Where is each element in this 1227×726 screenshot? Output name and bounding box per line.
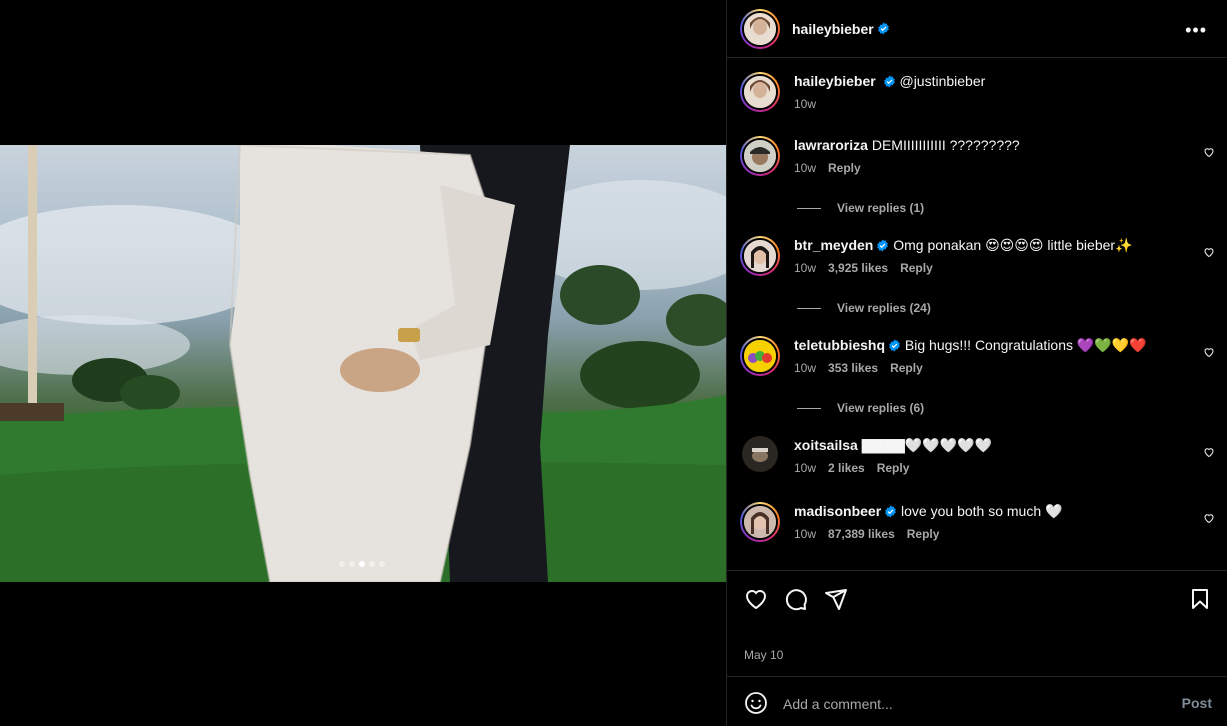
- caption-mention-link[interactable]: @justinbieber: [899, 73, 985, 89]
- reply-button[interactable]: Reply: [900, 261, 933, 275]
- comment-timestamp: 10w: [794, 527, 817, 541]
- post-header: haileybieber •••: [727, 0, 1227, 58]
- comment-item: teletubbieshq Big hugs!!! Congratulation…: [740, 336, 1215, 378]
- avatar-image: [744, 506, 776, 538]
- verified-badge-icon: [877, 22, 889, 35]
- avatar-image: [744, 76, 776, 108]
- caption-author-avatar[interactable]: [740, 72, 780, 112]
- avatar-image: [744, 140, 776, 172]
- commenter-username[interactable]: teletubbieshq: [794, 337, 885, 353]
- carousel-dot-active[interactable]: [359, 561, 365, 567]
- caption: haileybieber @justinbieber 10w: [740, 72, 1215, 132]
- comment-timestamp: 10w: [794, 161, 817, 175]
- comment-text: DEMIIIIIIIIIII ?????????: [871, 137, 1020, 153]
- reply-button[interactable]: Reply: [907, 527, 940, 541]
- author-username[interactable]: haileybieber: [792, 21, 874, 37]
- reply-button[interactable]: Reply: [877, 461, 910, 475]
- commenter-avatar[interactable]: [740, 136, 780, 176]
- like-comment-heart-icon[interactable]: [1203, 246, 1215, 258]
- post-media: [0, 0, 726, 726]
- like-comment-heart-icon[interactable]: [1203, 446, 1215, 458]
- like-heart-icon[interactable]: [744, 587, 768, 611]
- photo-illustration: [0, 145, 726, 582]
- comment-bubble-icon[interactable]: [784, 587, 808, 611]
- comment-input[interactable]: [783, 693, 1153, 715]
- comment-likes[interactable]: 3,925 likes: [828, 261, 888, 275]
- like-comment-heart-icon[interactable]: [1203, 146, 1215, 158]
- share-paper-plane-icon[interactable]: [824, 587, 848, 611]
- post-panel: haileybieber ••• haileybieber @justinbie…: [726, 0, 1227, 726]
- verified-badge-icon: [883, 75, 895, 88]
- comment-timestamp: 10w: [794, 361, 817, 375]
- commenter-avatar[interactable]: [740, 502, 780, 542]
- comment-item: btr_meyden Omg ponakan 😍😍😍😍 little biebe…: [740, 236, 1215, 278]
- reply-button[interactable]: Reply: [828, 161, 861, 175]
- post-comment-button[interactable]: Post: [1182, 695, 1212, 711]
- post-actions: [727, 570, 1227, 626]
- view-replies-button[interactable]: View replies (1): [797, 201, 924, 215]
- post-photo[interactable]: [0, 145, 726, 582]
- verified-badge-icon: [885, 505, 897, 518]
- comment-item: xoitsailsa ▇▇▇▇🤍🤍🤍🤍🤍 10w 2 likes Reply: [740, 436, 1215, 478]
- commenter-username[interactable]: btr_meyden: [794, 237, 873, 253]
- like-comment-heart-icon[interactable]: [1203, 346, 1215, 358]
- carousel-dot[interactable]: [379, 561, 385, 567]
- commenter-username[interactable]: lawraroriza: [794, 137, 868, 153]
- comment-timestamp: 10w: [794, 461, 817, 475]
- emoji-smiley-icon[interactable]: [744, 691, 768, 715]
- author-avatar[interactable]: [740, 8, 780, 49]
- comment-text: Omg ponakan 😍😍😍😍 little bieber✨: [893, 237, 1133, 253]
- commenter-avatar[interactable]: [740, 336, 780, 376]
- carousel-indicator: [339, 561, 385, 567]
- avatar-image: [744, 240, 776, 272]
- comment-item: madisonbeer love you both so much 🤍 10w 8…: [740, 502, 1215, 544]
- commenter-username[interactable]: xoitsailsa: [794, 437, 858, 453]
- post-date[interactable]: May 10: [744, 648, 783, 662]
- reply-button[interactable]: Reply: [890, 361, 923, 375]
- comment-likes[interactable]: 87,389 likes: [828, 527, 895, 541]
- more-options-button[interactable]: •••: [1185, 20, 1207, 41]
- avatar-image: [744, 12, 776, 45]
- comment-text: Big hugs!!! Congratulations 💜💚💛❤️: [904, 337, 1147, 353]
- like-comment-heart-icon[interactable]: [1203, 512, 1215, 524]
- view-replies-button[interactable]: View replies (6): [797, 401, 924, 415]
- comment-composer: Post: [727, 676, 1227, 726]
- avatar-image: [744, 340, 776, 372]
- commenter-avatar[interactable]: [742, 436, 778, 472]
- comment-text: ▇▇▇▇🤍🤍🤍🤍🤍: [861, 437, 992, 453]
- carousel-dot[interactable]: [349, 561, 355, 567]
- carousel-dot[interactable]: [339, 561, 345, 567]
- verified-badge-icon: [877, 239, 889, 252]
- caption-timestamp: 10w: [794, 97, 817, 111]
- carousel-dot[interactable]: [369, 561, 375, 567]
- comment-item: lawraroriza DEMIIIIIIIIIII ????????? 10w…: [740, 136, 1215, 178]
- avatar-image: [742, 436, 778, 472]
- save-bookmark-icon[interactable]: [1188, 587, 1212, 611]
- caption-author-username[interactable]: haileybieber: [794, 73, 876, 89]
- comment-timestamp: 10w: [794, 261, 817, 275]
- comment-likes[interactable]: 353 likes: [828, 361, 878, 375]
- comments-list[interactable]: haileybieber @justinbieber 10w lawrarori…: [727, 58, 1227, 570]
- comment-likes[interactable]: 2 likes: [828, 461, 865, 475]
- commenter-username[interactable]: madisonbeer: [794, 503, 881, 519]
- commenter-avatar[interactable]: [740, 236, 780, 276]
- comment-text: love you both so much 🤍: [901, 503, 1063, 519]
- verified-badge-icon: [889, 339, 900, 352]
- view-replies-button[interactable]: View replies (24): [797, 301, 931, 315]
